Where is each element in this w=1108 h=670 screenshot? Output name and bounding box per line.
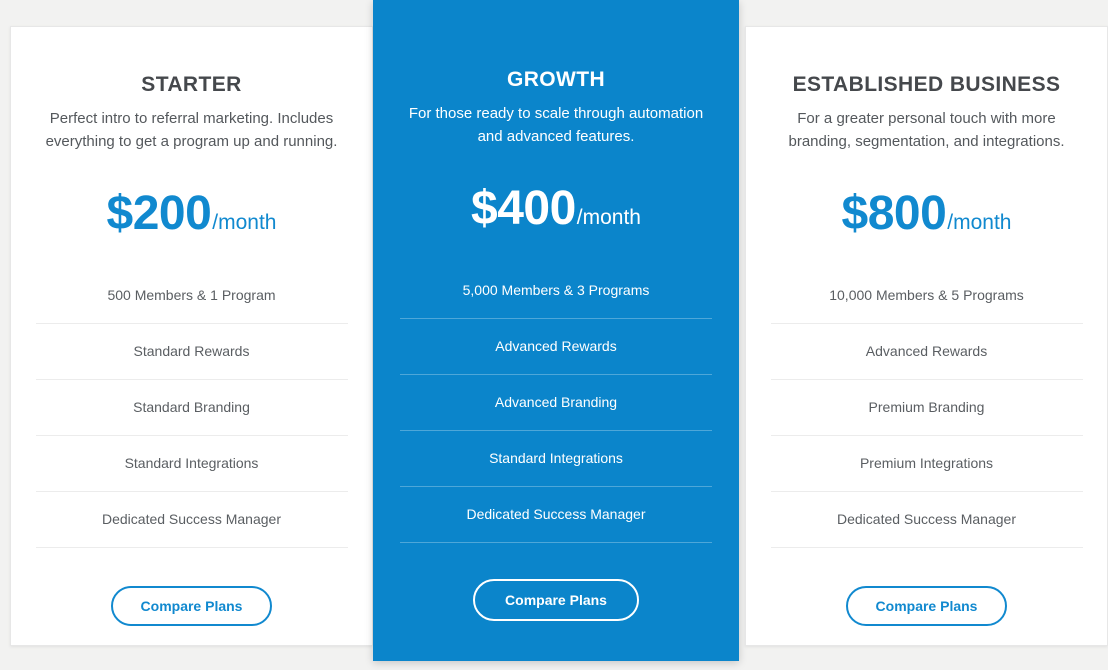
price-amount: $400	[471, 181, 576, 235]
compare-plans-button[interactable]: Compare Plans	[473, 578, 639, 621]
list-item: 500 Members & 1 Program	[35, 268, 348, 324]
plan-card-established-business[interactable]: ESTABLISHED BUSINESS For a greater perso…	[745, 26, 1108, 646]
list-item: Advanced Rewards	[770, 324, 1083, 380]
plan-price: $200 /month	[106, 186, 277, 240]
plan-title: ESTABLISHED BUSINESS	[792, 73, 1061, 96]
plan-title: STARTER	[141, 73, 242, 96]
price-period: /month	[576, 205, 641, 229]
list-item: Advanced Branding	[400, 375, 712, 431]
price-period: /month	[947, 210, 1012, 234]
feature-list: 500 Members & 1 Program Standard Rewards…	[35, 268, 348, 548]
plan-title: GROWTH	[506, 68, 606, 91]
list-item: Standard Integrations	[400, 431, 712, 487]
list-item: Dedicated Success Manager	[35, 492, 348, 548]
plan-description: For a greater personal touch with more b…	[788, 110, 1065, 150]
plan-price: $800 /month	[841, 186, 1012, 240]
list-item: Standard Integrations	[35, 436, 348, 492]
compare-plans-button[interactable]: Compare Plans	[110, 585, 273, 626]
list-item: Standard Rewards	[35, 324, 348, 380]
list-item: 5,000 Members & 3 Programs	[400, 263, 712, 319]
plan-card-growth[interactable]: GROWTH For those ready to scale through …	[373, 0, 739, 661]
list-item: Dedicated Success Manager	[770, 492, 1083, 548]
pricing-table: STARTER Perfect intro to referral market…	[0, 0, 1108, 670]
list-item: Standard Branding	[35, 380, 348, 436]
list-item: Advanced Rewards	[400, 319, 712, 375]
price-amount: $200	[106, 186, 212, 240]
price-period: /month	[212, 210, 277, 234]
feature-list: 10,000 Members & 5 Programs Advanced Rew…	[770, 268, 1083, 548]
list-item: Dedicated Success Manager	[400, 487, 712, 543]
plan-price: $400 /month	[471, 181, 641, 235]
list-item: Premium Integrations	[770, 436, 1083, 492]
plan-description: For those ready to scale through automat…	[408, 105, 704, 145]
plan-description: Perfect intro to referral marketing. Inc…	[45, 110, 338, 150]
plan-card-starter[interactable]: STARTER Perfect intro to referral market…	[10, 26, 373, 646]
feature-list: 5,000 Members & 3 Programs Advanced Rewa…	[400, 263, 712, 543]
compare-plans-button[interactable]: Compare Plans	[845, 585, 1008, 626]
price-amount: $800	[841, 186, 947, 240]
list-item: 10,000 Members & 5 Programs	[770, 268, 1083, 324]
list-item: Premium Branding	[770, 380, 1083, 436]
